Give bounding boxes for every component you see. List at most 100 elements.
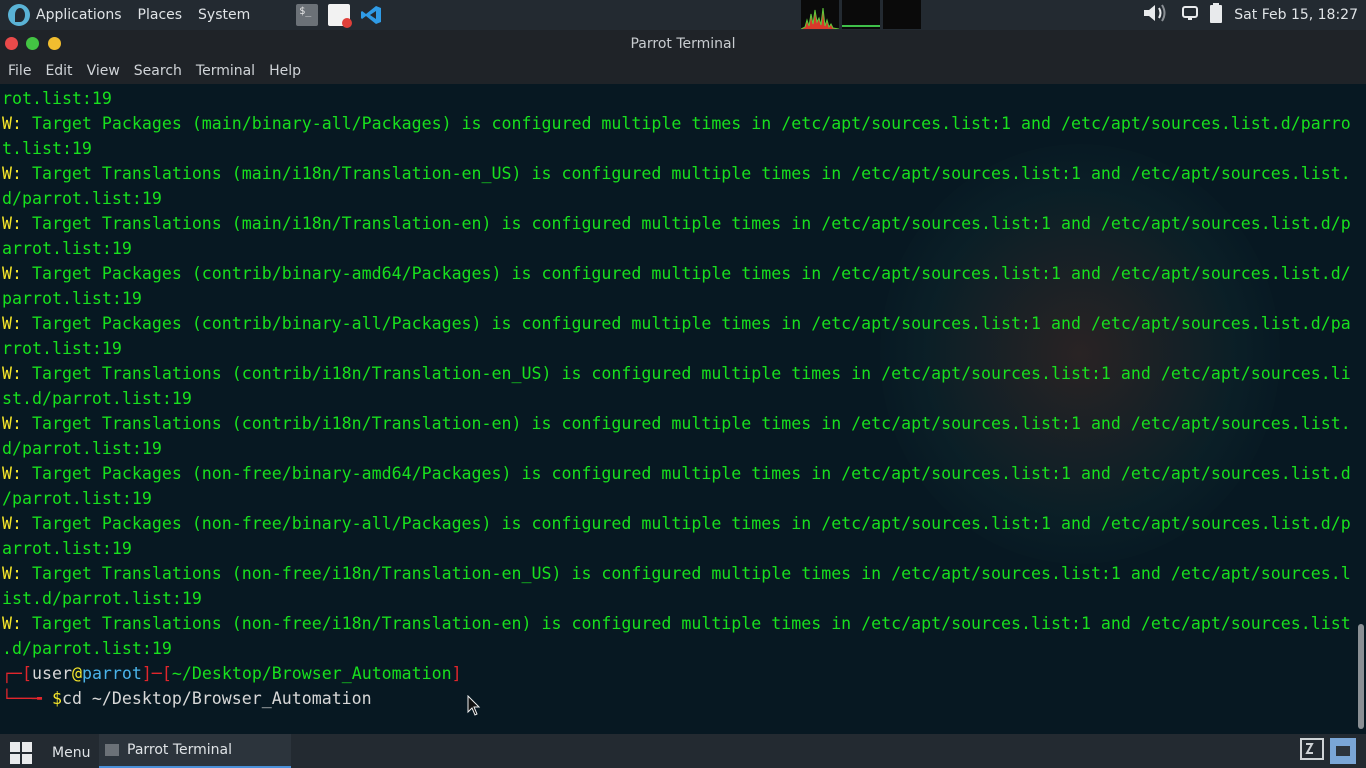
prompt-line: ┌─[user@parrot]─[~/Desktop/Browser_Autom… <box>2 661 1351 686</box>
terminal-line-text: /parrot.list:19 <box>2 489 152 508</box>
terminal-line-text: t.list:19 <box>2 139 92 158</box>
menu-edit[interactable]: Edit <box>45 63 72 79</box>
terminal-line: W: Target Packages (non-free/binary-all/… <box>2 511 1351 536</box>
prompt-path: ~/Desktop/Browser_Automation <box>171 664 452 683</box>
prompt-bracket: └──╼ <box>2 689 52 708</box>
prompt-user: user <box>31 664 72 683</box>
terminal-line: W: Target Packages (contrib/binary-amd64… <box>2 261 1351 286</box>
network-monitor-graph <box>883 0 921 29</box>
menu-help[interactable]: Help <box>269 63 301 79</box>
terminal-line-text: Target Packages (non-free/binary-all/Pac… <box>21 514 1351 533</box>
clock[interactable]: Sat Feb 15, 18:27 <box>1234 7 1358 23</box>
terminal-line-text: arrot.list:19 <box>2 539 132 558</box>
warning-prefix: W: <box>2 264 22 283</box>
warning-prefix: W: <box>2 464 22 483</box>
window-title: Parrot Terminal <box>630 36 736 52</box>
memory-monitor-graph <box>842 0 880 29</box>
workspace-switcher-icon[interactable] <box>1300 738 1326 764</box>
menu-file[interactable]: File <box>8 63 31 79</box>
terminal-area[interactable]: rot.list:19 W: Target Packages (main/bina… <box>0 84 1366 734</box>
system-menu[interactable]: System <box>198 7 250 23</box>
terminal-line: d/parrot.list:19 <box>2 186 1351 211</box>
terminal-line: W: Target Packages (contrib/binary-all/P… <box>2 311 1351 336</box>
terminal-task-icon <box>105 744 119 756</box>
taskbar-item-label: Parrot Terminal <box>127 742 233 758</box>
terminal-line: st.d/parrot.list:19 <box>2 386 1351 411</box>
prompt-at: @ <box>71 664 82 683</box>
terminal-line: d/parrot.list:19 <box>2 436 1351 461</box>
top-panel: Applications Places System Sat Feb 15, 1… <box>0 0 1366 30</box>
terminal-line-text: parrot.list:19 <box>2 289 142 308</box>
terminal-line-text: arrot.list:19 <box>2 239 132 258</box>
terminal-line-text: Target Translations (contrib/i18n/Transl… <box>21 364 1351 383</box>
prompt-host: parrot <box>81 664 142 683</box>
terminal-line-text: .d/parrot.list:19 <box>2 639 172 658</box>
warning-prefix: W: <box>2 514 22 533</box>
terminal-launcher-icon[interactable] <box>296 4 319 26</box>
terminal-line-text: Target Translations (contrib/i18n/Transl… <box>21 414 1351 433</box>
terminal-line-text: Target Packages (contrib/binary-amd64/Pa… <box>21 264 1351 283</box>
terminal-line-text: st.d/parrot.list:19 <box>2 389 192 408</box>
battery-icon[interactable] <box>1210 3 1223 27</box>
apps-grid-icon <box>10 742 32 764</box>
terminal-scrollbar[interactable] <box>1358 624 1364 729</box>
terminal-line: W: Target Packages (non-free/binary-amd6… <box>2 461 1351 486</box>
volume-icon[interactable] <box>1142 2 1170 28</box>
terminal-line-text: d/parrot.list:19 <box>2 189 162 208</box>
terminal-line-text: rrot.list:19 <box>2 339 122 358</box>
terminal-line: /parrot.list:19 <box>2 486 1351 511</box>
places-menu[interactable]: Places <box>138 7 183 23</box>
terminal-line: t.list:19 <box>2 136 1351 161</box>
menu-bar: File Edit View Search Terminal Help <box>0 58 1366 84</box>
warning-prefix: W: <box>2 214 22 233</box>
terminal-line: arrot.list:19 <box>2 236 1351 261</box>
bottom-panel: Menu Parrot Terminal <box>0 734 1366 768</box>
warning-prefix: W: <box>2 314 22 333</box>
terminal-line: W: Target Translations (non-free/i18n/Tr… <box>2 561 1351 586</box>
prompt-bracket: ] <box>451 664 462 683</box>
menu-label: Menu <box>52 745 91 761</box>
terminal-line-text: Target Translations (main/i18n/Translati… <box>21 164 1351 183</box>
terminal-line: W: Target Translations (non-free/i18n/Tr… <box>2 611 1351 636</box>
menu-view[interactable]: View <box>87 63 120 79</box>
terminal-line-text: Target Packages (non-free/binary-amd64/P… <box>21 464 1351 483</box>
terminal-line: W: Target Translations (contrib/i18n/Tra… <box>2 411 1351 436</box>
vscode-launcher-icon[interactable] <box>360 4 382 26</box>
terminal-line-text: Target Packages (contrib/binary-all/Pack… <box>21 314 1351 333</box>
warning-prefix: W: <box>2 364 22 383</box>
warning-prefix: W: <box>2 164 22 183</box>
prompt-bracket: ]─[ <box>141 664 172 683</box>
command-line[interactable]: └──╼ $cd ~/Desktop/Browser_Automation <box>2 686 1351 711</box>
menu-terminal[interactable]: Terminal <box>196 63 255 79</box>
system-monitors <box>801 0 924 29</box>
parrot-logo-icon[interactable] <box>8 4 30 26</box>
window-titlebar[interactable]: Parrot Terminal <box>0 30 1366 58</box>
terminal-line: W: Target Translations (main/i18n/Transl… <box>2 161 1351 186</box>
terminal-line-text: d/parrot.list:19 <box>2 439 162 458</box>
terminal-output[interactable]: rot.list:19 W: Target Packages (main/bina… <box>2 86 1351 711</box>
terminal-line: W: Target Translations (contrib/i18n/Tra… <box>2 361 1351 386</box>
menu-button[interactable]: Menu <box>10 742 90 764</box>
terminal-line-text: Target Packages (main/binary-all/Package… <box>21 114 1351 133</box>
terminal-line-text: Target Translations (non-free/i18n/Trans… <box>21 614 1351 633</box>
warning-prefix: W: <box>2 564 22 583</box>
terminal-line-text: rot.list:19 <box>2 89 112 108</box>
terminal-line: rot.list:19 <box>2 86 1351 111</box>
notification-icon[interactable] <box>1182 5 1199 25</box>
text-editor-launcher-icon[interactable] <box>328 4 353 28</box>
mouse-pointer-icon <box>467 695 481 716</box>
warning-prefix: W: <box>2 114 22 133</box>
terminal-line-text: Target Translations (main/i18n/Translati… <box>21 214 1351 233</box>
prompt-bracket: ┌─[ <box>2 664 32 683</box>
cpu-monitor-graph <box>801 0 839 29</box>
terminal-line: W: Target Packages (main/binary-all/Pack… <box>2 111 1351 136</box>
terminal-line: arrot.list:19 <box>2 536 1351 561</box>
taskbar-item-terminal[interactable]: Parrot Terminal <box>99 734 291 768</box>
terminal-line: parrot.list:19 <box>2 286 1351 311</box>
applications-menu[interactable]: Applications <box>36 7 122 23</box>
terminal-line: ist.d/parrot.list:19 <box>2 586 1351 611</box>
menu-search[interactable]: Search <box>134 63 182 79</box>
terminal-line-text: ist.d/parrot.list:19 <box>2 589 202 608</box>
workspace-active-icon[interactable] <box>1330 738 1356 764</box>
terminal-line: rrot.list:19 <box>2 336 1351 361</box>
